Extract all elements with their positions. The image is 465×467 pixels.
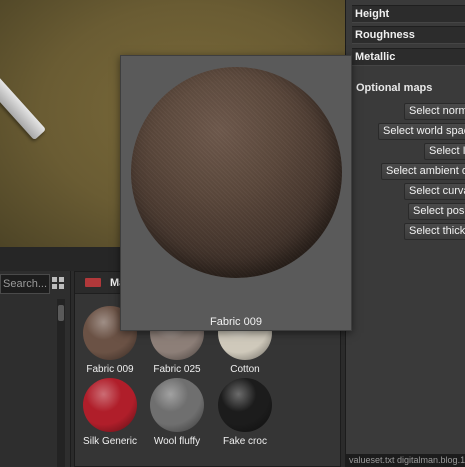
select-normal-button[interactable]: Select normal: [404, 103, 465, 120]
roughness-channel-row[interactable]: Roughness: [352, 26, 465, 44]
material-thumbnail: [218, 378, 272, 432]
optional-maps-title: Optional maps: [356, 82, 433, 94]
preview-sphere: [131, 67, 342, 278]
browser-scrollbar[interactable]: [57, 299, 65, 467]
grid-view-icon[interactable]: [51, 275, 67, 292]
material-thumbnail: [83, 378, 137, 432]
model-rod: [0, 62, 47, 141]
materials-color-swatch: [85, 278, 101, 287]
material-thumbnail: [150, 378, 204, 432]
preview-label: Fabric 009: [210, 316, 262, 328]
material-tile-silk-generic[interactable]: Silk Generic: [78, 378, 142, 447]
select-thickness-button[interactable]: Select thickness: [404, 223, 465, 240]
select-position-button[interactable]: Select position: [408, 203, 465, 220]
material-label: Fabric 025: [153, 364, 201, 375]
material-label: Wool fluffy: [153, 436, 201, 447]
material-label: Fabric 009: [86, 364, 134, 375]
scrollbar-thumb[interactable]: [58, 305, 64, 321]
search-input[interactable]: Search...: [0, 274, 50, 294]
select-world-space-button[interactable]: Select world space: [378, 123, 465, 140]
browser-panel: Search...: [0, 271, 71, 467]
status-bar: valueset.txt digitalman.blog.163.com: [345, 454, 465, 467]
material-preview-popup: Fabric 009: [120, 55, 352, 331]
select-curvature-button[interactable]: Select curvature: [404, 183, 465, 200]
metallic-channel-row[interactable]: Metallic: [352, 48, 465, 66]
material-tile-fake-croc[interactable]: Fake croc: [213, 378, 277, 447]
height-channel-row[interactable]: Height: [352, 5, 465, 23]
material-tile-wool-fluffy[interactable]: Wool fluffy: [145, 378, 209, 447]
material-label: Fake croc: [223, 436, 267, 447]
material-label: Cotton: [230, 364, 260, 375]
select-ambient-occlusion-button[interactable]: Select ambient occlusion: [381, 163, 465, 180]
select-id-button[interactable]: Select ID: [424, 143, 465, 160]
material-label: Silk Generic: [83, 436, 137, 447]
properties-panel: Height Roughness Metallic Optional maps …: [345, 0, 465, 467]
